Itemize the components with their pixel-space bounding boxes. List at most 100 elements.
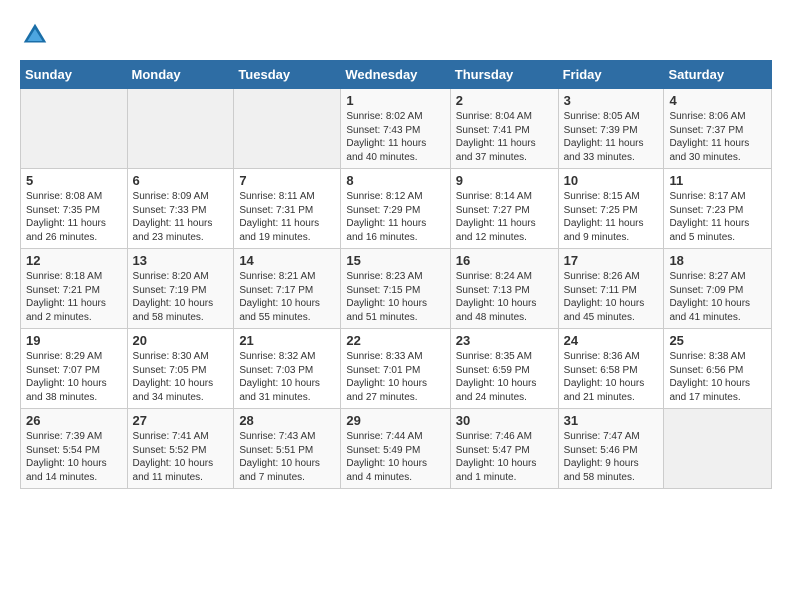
day-info: Sunrise: 8:11 AM Sunset: 7:31 PM Dayligh… (239, 190, 335, 244)
day-number: 28 (239, 413, 335, 428)
calendar-week-5: 26 Sunrise: 7:39 AM Sunset: 5:54 PM Dayli… (21, 409, 772, 489)
calendar-week-2: 5 Sunrise: 8:08 AM Sunset: 7:35 PM Daylig… (21, 169, 772, 249)
logo (20, 20, 55, 50)
page-header (20, 20, 772, 50)
day-info: Sunrise: 7:43 AM Sunset: 5:51 PM Dayligh… (239, 430, 335, 484)
calendar-cell: 30 Sunrise: 7:46 AM Sunset: 5:47 PM Dayli… (450, 409, 558, 489)
calendar-cell (664, 409, 772, 489)
day-number: 26 (26, 413, 122, 428)
day-info: Sunrise: 8:06 AM Sunset: 7:37 PM Dayligh… (669, 110, 766, 164)
day-info: Sunrise: 8:24 AM Sunset: 7:13 PM Dayligh… (456, 270, 553, 324)
day-info: Sunrise: 8:33 AM Sunset: 7:01 PM Dayligh… (346, 350, 444, 404)
calendar-cell: 15Sunrise: 8:23 AM Sunset: 7:15 PM Dayli… (341, 249, 450, 329)
day-number: 27 (133, 413, 229, 428)
day-header-sunday: Sunday (21, 61, 128, 89)
day-info: Sunrise: 8:02 AM Sunset: 7:43 PM Dayligh… (346, 110, 444, 164)
day-header-friday: Friday (558, 61, 664, 89)
calendar-cell: 24 Sunrise: 8:36 AM Sunset: 6:58 PM Dayli… (558, 329, 664, 409)
calendar-table: SundayMondayTuesdayWednesdayThursdayFrid… (20, 60, 772, 489)
day-info: Sunrise: 8:35 AM Sunset: 6:59 PM Dayligh… (456, 350, 553, 404)
day-header-thursday: Thursday (450, 61, 558, 89)
day-number: 19 (26, 333, 122, 348)
day-info: Sunrise: 8:08 AM Sunset: 7:35 PM Dayligh… (26, 190, 122, 244)
day-number: 18 (669, 253, 766, 268)
day-number: 30 (456, 413, 553, 428)
day-number: 22 (346, 333, 444, 348)
calendar-cell: 12Sunrise: 8:18 AM Sunset: 7:21 PM Dayli… (21, 249, 128, 329)
day-number: 10 (564, 173, 659, 188)
day-info: Sunrise: 8:30 AM Sunset: 7:05 PM Dayligh… (133, 350, 229, 404)
day-info: Sunrise: 8:27 AM Sunset: 7:09 PM Dayligh… (669, 270, 766, 324)
day-number: 9 (456, 173, 553, 188)
day-number: 15 (346, 253, 444, 268)
day-info: Sunrise: 8:20 AM Sunset: 7:19 PM Dayligh… (133, 270, 229, 324)
calendar-cell: 8 Sunrise: 8:12 AM Sunset: 7:29 PM Daylig… (341, 169, 450, 249)
day-number: 25 (669, 333, 766, 348)
day-number: 24 (564, 333, 659, 348)
day-info: Sunrise: 8:05 AM Sunset: 7:39 PM Dayligh… (564, 110, 659, 164)
day-number: 31 (564, 413, 659, 428)
day-number: 4 (669, 93, 766, 108)
day-info: Sunrise: 8:18 AM Sunset: 7:21 PM Dayligh… (26, 270, 122, 324)
day-number: 5 (26, 173, 122, 188)
day-number: 1 (346, 93, 444, 108)
day-number: 7 (239, 173, 335, 188)
day-header-saturday: Saturday (664, 61, 772, 89)
day-number: 3 (564, 93, 659, 108)
day-info: Sunrise: 7:47 AM Sunset: 5:46 PM Dayligh… (564, 430, 659, 484)
day-info: Sunrise: 8:12 AM Sunset: 7:29 PM Dayligh… (346, 190, 444, 244)
day-info: Sunrise: 8:14 AM Sunset: 7:27 PM Dayligh… (456, 190, 553, 244)
calendar-cell: 11 Sunrise: 8:17 AM Sunset: 7:23 PM Dayli… (664, 169, 772, 249)
day-info: Sunrise: 7:39 AM Sunset: 5:54 PM Dayligh… (26, 430, 122, 484)
day-number: 16 (456, 253, 553, 268)
calendar-cell: 25 Sunrise: 8:38 AM Sunset: 6:56 PM Dayli… (664, 329, 772, 409)
calendar-cell: 18 Sunrise: 8:27 AM Sunset: 7:09 PM Dayli… (664, 249, 772, 329)
calendar-cell: 27 Sunrise: 7:41 AM Sunset: 5:52 PM Dayli… (127, 409, 234, 489)
day-info: Sunrise: 7:41 AM Sunset: 5:52 PM Dayligh… (133, 430, 229, 484)
calendar-cell (21, 89, 128, 169)
logo-icon (20, 20, 50, 50)
day-info: Sunrise: 8:36 AM Sunset: 6:58 PM Dayligh… (564, 350, 659, 404)
calendar-cell: 20 Sunrise: 8:30 AM Sunset: 7:05 PM Dayli… (127, 329, 234, 409)
day-number: 29 (346, 413, 444, 428)
day-number: 21 (239, 333, 335, 348)
calendar-cell: 2Sunrise: 8:04 AM Sunset: 7:41 PM Daylig… (450, 89, 558, 169)
calendar-cell (234, 89, 341, 169)
calendar-cell: 23 Sunrise: 8:35 AM Sunset: 6:59 PM Dayli… (450, 329, 558, 409)
calendar-cell: 5 Sunrise: 8:08 AM Sunset: 7:35 PM Daylig… (21, 169, 128, 249)
calendar-cell (127, 89, 234, 169)
calendar-cell: 14 Sunrise: 8:21 AM Sunset: 7:17 PM Dayli… (234, 249, 341, 329)
calendar-cell: 19 Sunrise: 8:29 AM Sunset: 7:07 PM Dayli… (21, 329, 128, 409)
day-info: Sunrise: 8:09 AM Sunset: 7:33 PM Dayligh… (133, 190, 229, 244)
day-info: Sunrise: 7:46 AM Sunset: 5:47 PM Dayligh… (456, 430, 553, 484)
day-number: 11 (669, 173, 766, 188)
calendar-week-3: 12Sunrise: 8:18 AM Sunset: 7:21 PM Dayli… (21, 249, 772, 329)
day-info: Sunrise: 8:38 AM Sunset: 6:56 PM Dayligh… (669, 350, 766, 404)
day-number: 14 (239, 253, 335, 268)
day-number: 13 (133, 253, 229, 268)
day-info: Sunrise: 8:32 AM Sunset: 7:03 PM Dayligh… (239, 350, 335, 404)
calendar-cell: 29 Sunrise: 7:44 AM Sunset: 5:49 PM Dayli… (341, 409, 450, 489)
calendar-cell: 6 Sunrise: 8:09 AM Sunset: 7:33 PM Daylig… (127, 169, 234, 249)
calendar-cell: 28 Sunrise: 7:43 AM Sunset: 5:51 PM Dayli… (234, 409, 341, 489)
calendar-cell: 9 Sunrise: 8:14 AM Sunset: 7:27 PM Daylig… (450, 169, 558, 249)
calendar-header-row: SundayMondayTuesdayWednesdayThursdayFrid… (21, 61, 772, 89)
calendar-cell: 22 Sunrise: 8:33 AM Sunset: 7:01 PM Dayli… (341, 329, 450, 409)
day-info: Sunrise: 8:29 AM Sunset: 7:07 PM Dayligh… (26, 350, 122, 404)
day-info: Sunrise: 8:15 AM Sunset: 7:25 PM Dayligh… (564, 190, 659, 244)
calendar-cell: 7 Sunrise: 8:11 AM Sunset: 7:31 PM Daylig… (234, 169, 341, 249)
day-header-tuesday: Tuesday (234, 61, 341, 89)
calendar-cell: 10 Sunrise: 8:15 AM Sunset: 7:25 PM Dayli… (558, 169, 664, 249)
day-header-monday: Monday (127, 61, 234, 89)
day-number: 8 (346, 173, 444, 188)
day-number: 17 (564, 253, 659, 268)
calendar-cell: 13 Sunrise: 8:20 AM Sunset: 7:19 PM Dayli… (127, 249, 234, 329)
day-number: 23 (456, 333, 553, 348)
day-info: Sunrise: 8:17 AM Sunset: 7:23 PM Dayligh… (669, 190, 766, 244)
day-number: 6 (133, 173, 229, 188)
day-number: 20 (133, 333, 229, 348)
day-info: Sunrise: 8:21 AM Sunset: 7:17 PM Dayligh… (239, 270, 335, 324)
calendar-cell: 26 Sunrise: 7:39 AM Sunset: 5:54 PM Dayli… (21, 409, 128, 489)
day-number: 2 (456, 93, 553, 108)
day-info: Sunrise: 7:44 AM Sunset: 5:49 PM Dayligh… (346, 430, 444, 484)
